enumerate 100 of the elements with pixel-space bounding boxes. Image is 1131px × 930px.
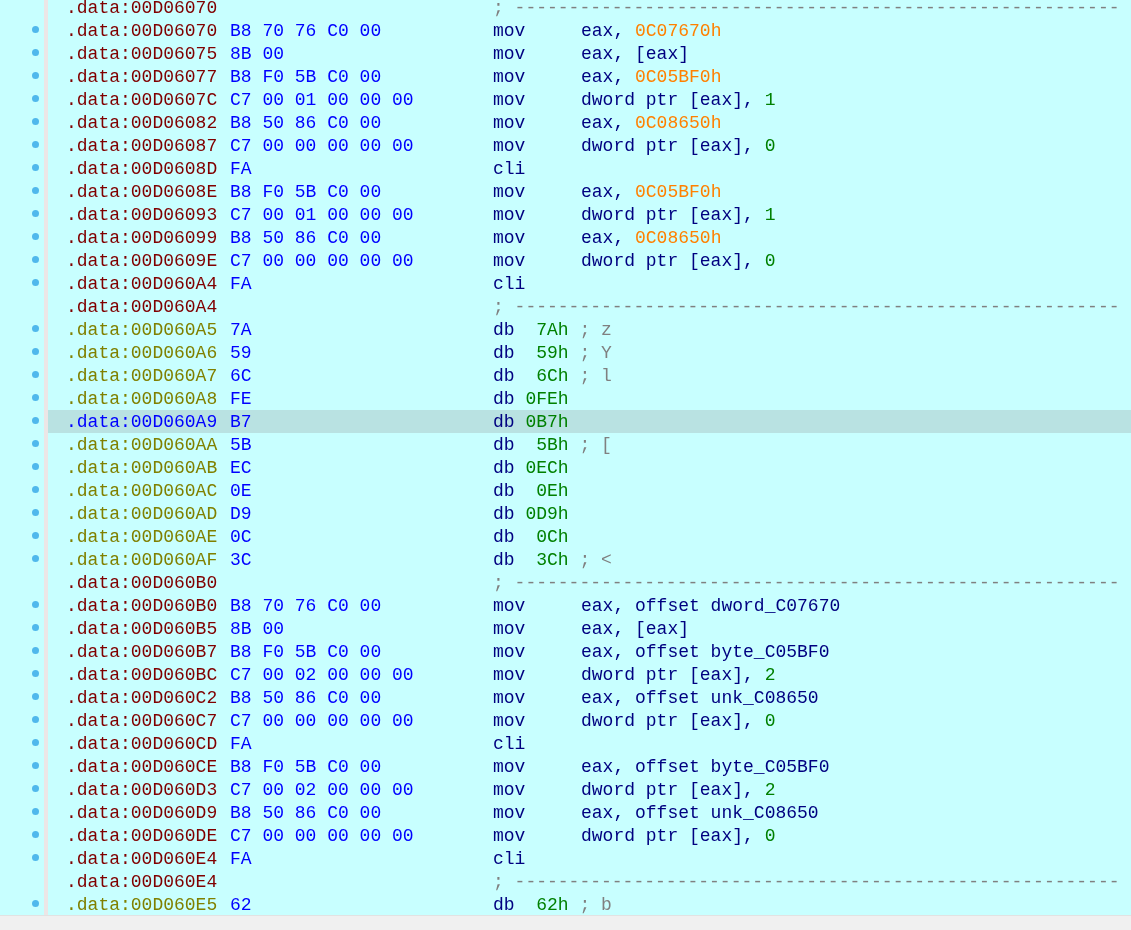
address-text: .data:00D0607C xyxy=(66,89,219,110)
line-dot-icon xyxy=(32,371,39,378)
listing-row[interactable]: .data:00D060A5 7A db 7Ah ; z xyxy=(48,318,1131,341)
address-text: .data:00D060C7 xyxy=(66,710,219,731)
mnemonic: mov xyxy=(493,227,527,248)
address-text: .data:00D060BC xyxy=(66,664,219,685)
hex-bytes: B8 50 86 C0 00 xyxy=(230,227,383,248)
mnemonic: db xyxy=(493,319,515,340)
line-dot-icon xyxy=(32,900,39,907)
listing-row[interactable]: .data:00D06070 ; -------------------------------------------------------- xyxy=(48,0,1131,19)
address-text: .data:00D060A9 xyxy=(66,411,219,432)
listing-row[interactable]: .data:00D060AB EC db 0ECh xyxy=(48,456,1131,479)
listing-row[interactable]: .data:00D060B0 B8 70 76 C0 00 mov eax, offset dword_C07670 xyxy=(48,594,1131,617)
listing-row[interactable]: .data:00D060D9 B8 50 86 C0 00 mov eax, offset unk_C08650 xyxy=(48,801,1131,824)
hex-bytes: 59 xyxy=(230,342,253,363)
mnemonic: cli xyxy=(493,158,527,179)
hex-bytes: B8 F0 5B C0 00 xyxy=(230,641,383,662)
mnemonic: mov xyxy=(493,66,527,87)
line-dot-icon xyxy=(32,187,39,194)
hex-bytes: C7 00 01 00 00 00 xyxy=(230,204,415,225)
mnemonic: mov xyxy=(493,687,527,708)
listing-row[interactable]: .data:00D0609E C7 00 00 00 00 00 mov dword ptr [eax], 0 xyxy=(48,249,1131,272)
listing-row[interactable]: .data:00D06070 B8 70 76 C0 00 mov eax, 0C07670h xyxy=(48,19,1131,42)
line-dot-icon xyxy=(32,72,39,79)
listing-row[interactable]: .data:00D060E4 ; -------------------------------------------------------- xyxy=(48,870,1131,893)
listing-row[interactable]: .data:00D060AE 0C db 0Ch xyxy=(48,525,1131,548)
address-text: .data:00D06077 xyxy=(66,66,219,87)
listing-row[interactable]: .data:00D0607C C7 00 01 00 00 00 mov dword ptr [eax], 1 xyxy=(48,88,1131,111)
listing-row[interactable]: .data:00D060C2 B8 50 86 C0 00 mov eax, offset unk_C08650 xyxy=(48,686,1131,709)
mnemonic: mov xyxy=(493,825,527,846)
mnemonic: db xyxy=(493,411,515,432)
byte-value: 59h xyxy=(535,342,569,363)
listing-row[interactable]: .data:00D060AF 3C db 3Ch ; < xyxy=(48,548,1131,571)
line-dot-icon xyxy=(32,210,39,217)
listing-row[interactable]: .data:00D060A4 FA cli xyxy=(48,272,1131,295)
line-dot-icon xyxy=(32,348,39,355)
byte-value: 0B7h xyxy=(525,411,569,432)
hex-bytes: D9 xyxy=(230,503,253,524)
listing-row[interactable]: .data:00D06077 B8 F0 5B C0 00 mov eax, 0C05BF0h xyxy=(48,65,1131,88)
line-dot-icon xyxy=(32,440,39,447)
listing-row[interactable]: .data:00D060BC C7 00 02 00 00 00 mov dword ptr [eax], 2 xyxy=(48,663,1131,686)
line-dot-icon xyxy=(32,49,39,56)
byte-value: 0FEh xyxy=(525,388,569,409)
hex-bytes: B8 F0 5B C0 00 xyxy=(230,756,383,777)
operand: eax, offset unk_C08650 xyxy=(581,802,819,823)
address-text: .data:00D06099 xyxy=(66,227,219,248)
listing-row[interactable]: .data:00D060A7 6C db 6Ch ; l xyxy=(48,364,1131,387)
address-text: .data:00D06093 xyxy=(66,204,219,225)
address-text: .data:00D0609E xyxy=(66,250,219,271)
listing-row[interactable]: .data:00D0608E B8 F0 5B C0 00 mov eax, 0C05BF0h xyxy=(48,180,1131,203)
listing-row[interactable]: .data:00D060B7 B8 F0 5B C0 00 mov eax, offset byte_C05BF0 xyxy=(48,640,1131,663)
listing-row[interactable]: .data:00D06087 C7 00 00 00 00 00 mov dword ptr [eax], 0 xyxy=(48,134,1131,157)
listing-row[interactable]: .data:00D06093 C7 00 01 00 00 00 mov dword ptr [eax], 1 xyxy=(48,203,1131,226)
byte-value: 3Ch xyxy=(535,549,569,570)
operand: dword ptr [eax], 2 xyxy=(581,779,776,800)
mnemonic: mov xyxy=(493,112,527,133)
mnemonic: db xyxy=(493,457,515,478)
operand: eax, 0C08650h xyxy=(581,112,722,133)
listing-row[interactable]: .data:00D060CE B8 F0 5B C0 00 mov eax, offset byte_C05BF0 xyxy=(48,755,1131,778)
separator-comment: ; -------------------------------------------------------- xyxy=(493,871,1120,892)
address-text: .data:00D06087 xyxy=(66,135,219,156)
hex-bytes: FA xyxy=(230,158,253,179)
listing-row[interactable]: .data:00D06075 8B 00 mov eax, [eax] xyxy=(48,42,1131,65)
listing-row[interactable]: .data:00D0608D FA cli xyxy=(48,157,1131,180)
horizontal-scrollbar[interactable] xyxy=(0,915,1131,930)
mnemonic: mov xyxy=(493,250,527,271)
mnemonic: mov xyxy=(493,756,527,777)
byte-value: 0Eh xyxy=(535,480,569,501)
listing-row[interactable]: .data:00D060CD FA cli xyxy=(48,732,1131,755)
listing-row[interactable]: .data:00D060AA 5B db 5Bh ; [ xyxy=(48,433,1131,456)
listing-row[interactable]: .data:00D060A6 59 db 59h ; Y xyxy=(48,341,1131,364)
operand: eax, offset unk_C08650 xyxy=(581,687,819,708)
listing-row[interactable]: .data:00D06082 B8 50 86 C0 00 mov eax, 0C08650h xyxy=(48,111,1131,134)
mnemonic: cli xyxy=(493,733,527,754)
operand: eax, 0C08650h xyxy=(581,227,722,248)
separator-comment: ; -------------------------------------------------------- xyxy=(493,296,1120,317)
listing-row[interactable]: .data:00D060DE C7 00 00 00 00 00 mov dword ptr [eax], 0 xyxy=(48,824,1131,847)
hex-bytes: 3C xyxy=(230,549,253,570)
address-text: .data:00D060A4 xyxy=(66,273,219,294)
listing-row[interactable]: .data:00D060E4 FA cli xyxy=(48,847,1131,870)
listing-row[interactable]: .data:00D060D3 C7 00 02 00 00 00 mov dword ptr [eax], 2 xyxy=(48,778,1131,801)
listing-row[interactable]: .data:00D06099 B8 50 86 C0 00 mov eax, 0C08650h xyxy=(48,226,1131,249)
hex-bytes: C7 00 00 00 00 00 xyxy=(230,135,415,156)
operand: eax, 0C05BF0h xyxy=(581,66,722,87)
listing-row[interactable]: .data:00D060AC 0E db 0Eh xyxy=(48,479,1131,502)
mnemonic: db xyxy=(493,526,515,547)
hex-bytes: B7 xyxy=(230,411,253,432)
listing-row[interactable]: .data:00D060B5 8B 00 mov eax, [eax] xyxy=(48,617,1131,640)
line-dot-icon xyxy=(32,831,39,838)
line-dot-icon xyxy=(32,555,39,562)
mnemonic: mov xyxy=(493,779,527,800)
listing-row[interactable]: .data:00D060AD D9 db 0D9h xyxy=(48,502,1131,525)
mnemonic: cli xyxy=(493,848,527,869)
listing-row[interactable]: .data:00D060A4 ; -------------------------------------------------------- xyxy=(48,295,1131,318)
listing-row[interactable]: .data:00D060B0 ; -------------------------------------------------------- xyxy=(48,571,1131,594)
listing-row[interactable]: .data:00D060E5 62 db 62h ; b xyxy=(48,893,1131,915)
line-dot-icon xyxy=(32,601,39,608)
listing-row[interactable]: .data:00D060A8 FE db 0FEh xyxy=(48,387,1131,410)
listing-row[interactable]: .data:00D060C7 C7 00 00 00 00 00 mov dword ptr [eax], 0 xyxy=(48,709,1131,732)
byte-value: 5Bh xyxy=(535,434,569,455)
